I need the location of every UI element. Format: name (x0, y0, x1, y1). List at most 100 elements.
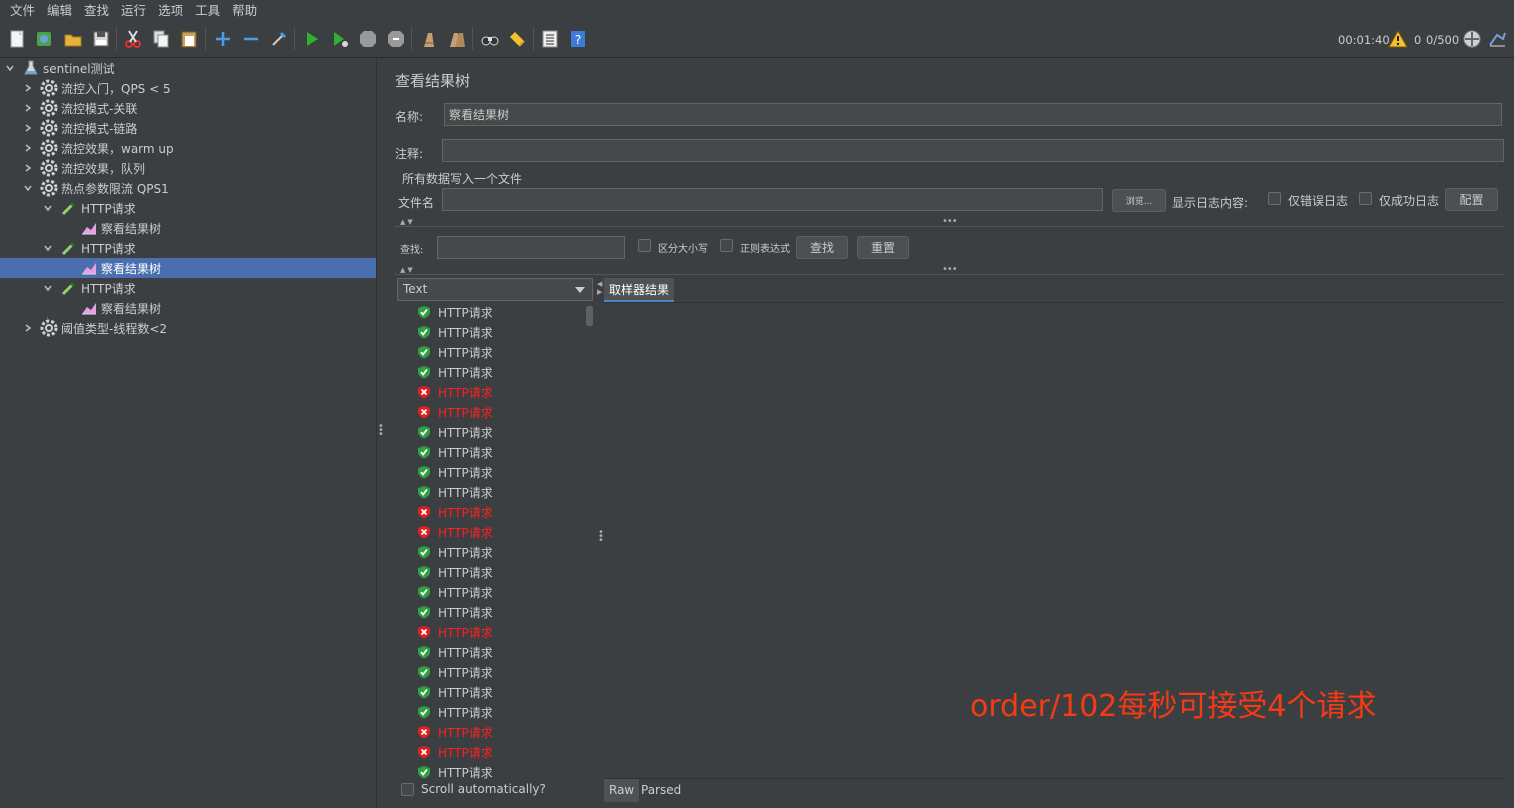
result-item[interactable]: HTTP请求 (417, 482, 493, 502)
tree-item-thread-group[interactable]: 热点参数限流 QPS1 (0, 178, 376, 198)
tree-item-http-request[interactable]: HTTP请求 (0, 278, 376, 298)
tree-item-http-request[interactable]: HTTP请求 (0, 238, 376, 258)
menu-run[interactable]: 运行 (115, 0, 152, 22)
menu-options[interactable]: 选项 (152, 0, 189, 22)
result-item[interactable]: HTTP请求 (417, 305, 493, 322)
result-item[interactable]: HTTP请求 (417, 762, 493, 780)
result-item[interactable]: HTTP请求 (417, 562, 493, 582)
errors-only-checkbox[interactable] (1268, 192, 1281, 205)
menu-help[interactable]: 帮助 (226, 0, 263, 22)
tree-item-thread-group[interactable]: 流控入门，QPS < 5 (0, 78, 376, 98)
chevron-down-icon[interactable] (42, 202, 54, 214)
renderer-select[interactable]: Text (397, 278, 593, 301)
result-item[interactable]: HTTP请求 (417, 362, 493, 382)
result-item[interactable]: HTTP请求 (417, 542, 493, 562)
collapse-icon[interactable] (240, 28, 262, 50)
find-button[interactable]: 查找 (796, 236, 848, 259)
tree-item-thread-group[interactable]: 阈值类型-线程数<2 (0, 318, 376, 338)
tree-item-result-tree[interactable]: 察看结果树 (0, 298, 376, 318)
splitter-grip-icon[interactable]: • • • (378, 422, 384, 440)
start-icon[interactable] (301, 28, 323, 50)
result-item[interactable]: HTTP请求 (417, 682, 493, 702)
chevron-right-icon[interactable] (22, 102, 34, 114)
result-item[interactable]: HTTP请求 (417, 342, 493, 362)
comment-field[interactable] (442, 139, 1504, 162)
result-item[interactable]: HTTP请求 (417, 642, 493, 662)
result-item[interactable]: HTTP请求 (417, 462, 493, 482)
new-icon[interactable] (6, 28, 28, 50)
tree-item-result-tree-selected[interactable]: 察看结果树 (0, 258, 376, 278)
toggle-icon[interactable] (268, 28, 290, 50)
result-item[interactable]: HTTP请求 (417, 322, 493, 342)
filename-field[interactable] (442, 188, 1103, 211)
scroll-automatically-checkbox[interactable] (401, 782, 414, 796)
help-icon[interactable]: ? (567, 28, 589, 50)
result-item[interactable]: HTTP请求 (417, 402, 493, 422)
save-icon[interactable] (90, 28, 112, 50)
result-item[interactable]: HTTP请求 (417, 662, 493, 682)
configure-button[interactable]: 配置 (1445, 188, 1498, 211)
clear-icon[interactable] (418, 28, 440, 50)
chevron-down-icon[interactable] (4, 62, 16, 74)
tree-item-thread-group[interactable]: 流控模式-关联 (0, 98, 376, 118)
start-no-pause-icon[interactable] (329, 28, 351, 50)
tab-parsed[interactable]: Parsed (636, 779, 686, 802)
chevron-right-icon[interactable] (22, 162, 34, 174)
menu-file[interactable]: 文件 (4, 0, 41, 22)
result-item[interactable]: HTTP请求 (417, 502, 493, 522)
scroll-automatically[interactable]: Scroll automatically? (401, 782, 546, 796)
menu-edit[interactable]: 编辑 (41, 0, 78, 22)
regex-checkbox[interactable] (720, 239, 733, 252)
section-splitter[interactable]: ▲▼ ••• (394, 264, 1504, 276)
search-icon[interactable] (479, 28, 501, 50)
templates-icon[interactable] (33, 28, 55, 50)
chevron-down-icon[interactable] (42, 282, 54, 294)
tree-item-thread-group[interactable]: 流控效果，warm up (0, 138, 376, 158)
search-input[interactable] (437, 236, 625, 259)
chevron-right-icon[interactable] (22, 142, 34, 154)
tree-item-http-request[interactable]: HTTP请求 (0, 198, 376, 218)
stop-icon[interactable] (357, 28, 379, 50)
reset-button[interactable]: 重置 (857, 236, 909, 259)
section-splitter[interactable]: ▲▼ ••• (394, 216, 1504, 228)
remote-start-icon[interactable] (1461, 28, 1483, 50)
results-scrollbar[interactable] (585, 305, 594, 780)
result-item[interactable]: HTTP请求 (417, 422, 493, 442)
browse-button[interactable]: 浏览... (1112, 189, 1166, 212)
success-only-checkbox[interactable] (1359, 192, 1372, 205)
result-item[interactable]: HTTP请求 (417, 742, 493, 762)
results-splitter[interactable]: ◀ ▶ • • • (596, 276, 604, 806)
tab-raw[interactable]: Raw (604, 779, 640, 802)
result-item[interactable]: HTTP请求 (417, 602, 493, 622)
reset-search-icon[interactable] (506, 28, 528, 50)
warning-icon[interactable] (1387, 28, 1409, 50)
result-item[interactable]: HTTP请求 (417, 722, 493, 742)
function-helper-icon[interactable] (539, 28, 561, 50)
result-item[interactable]: HTTP请求 (417, 382, 493, 402)
chevron-down-icon[interactable] (42, 242, 54, 254)
clear-all-icon[interactable] (446, 28, 468, 50)
name-field[interactable] (444, 103, 1502, 126)
chevron-right-icon[interactable] (22, 322, 34, 334)
tab-sampler-result[interactable]: 取样器结果 (604, 278, 675, 302)
result-item[interactable]: HTTP请求 (417, 582, 493, 602)
copy-icon[interactable] (150, 28, 172, 50)
chevron-down-icon[interactable] (22, 182, 34, 194)
result-item[interactable]: HTTP请求 (417, 702, 493, 722)
menu-search[interactable]: 查找 (78, 0, 115, 22)
result-item[interactable]: HTTP请求 (417, 442, 493, 462)
tree-root[interactable]: sentinel测试 (0, 58, 376, 78)
menu-tools[interactable]: 工具 (189, 0, 226, 22)
result-item[interactable]: HTTP请求 (417, 522, 493, 542)
scrollbar-thumb[interactable] (586, 306, 593, 326)
tree-item-result-tree[interactable]: 察看结果树 (0, 218, 376, 238)
open-icon[interactable] (62, 28, 84, 50)
log-viewer-icon[interactable] (1486, 28, 1508, 50)
cut-icon[interactable] (122, 28, 144, 50)
case-sensitive-checkbox[interactable] (638, 239, 651, 252)
expand-icon[interactable] (212, 28, 234, 50)
chevron-right-icon[interactable] (22, 122, 34, 134)
result-item[interactable]: HTTP请求 (417, 622, 493, 642)
tree-item-thread-group[interactable]: 流控效果，队列 (0, 158, 376, 178)
shutdown-icon[interactable] (385, 28, 407, 50)
